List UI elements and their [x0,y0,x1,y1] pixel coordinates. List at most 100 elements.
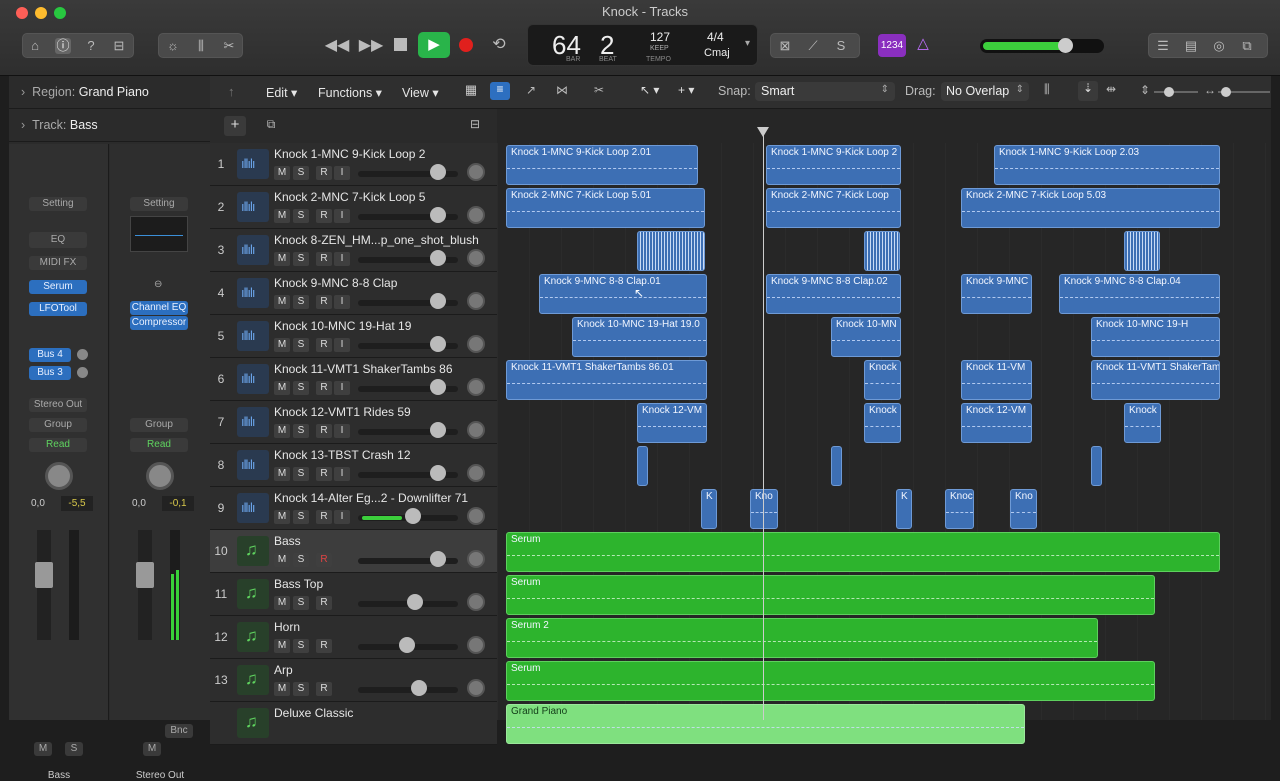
region[interactable]: Serum 2 [506,618,1098,658]
solo-button[interactable]: S [293,510,309,524]
record-arm-button[interactable]: R [316,252,332,266]
track-header-row[interactable]: 1 ıllılı Knock 1-MNC 9-Kick Loop 2 MSRI [210,143,497,186]
mute-button[interactable]: M [274,553,290,567]
region[interactable]: Knock 1-MNC 9-Kick Loop 2 [766,145,901,185]
region-inspector-header[interactable]: › Region: Grand Piano [9,76,210,109]
volume-knob[interactable] [430,164,446,180]
audio-track-icon[interactable]: ıllılı [237,278,269,308]
volume-knob[interactable] [407,594,423,610]
horizontal-zoom-slider[interactable] [1218,87,1270,97]
region[interactable]: Knock 2-MNC 7-Kick Loop 5.01 [506,188,705,228]
pan-knob[interactable] [467,636,485,654]
record-arm-button[interactable]: R [316,209,332,223]
solo-button[interactable]: S [293,424,309,438]
software-instrument-icon[interactable]: ♫ [237,622,269,652]
region[interactable] [637,446,648,486]
list-editors-icon[interactable]: ☰ [1155,38,1171,54]
vertical-zoom-icon[interactable]: ⇕ [1140,83,1150,97]
audio-track-icon[interactable]: ıllılı [237,235,269,265]
record-button[interactable] [459,38,473,52]
pan-knob[interactable] [467,249,485,267]
solo-button[interactable]: S [293,467,309,481]
play-button[interactable]: ▶ [418,32,450,58]
volume-knob[interactable] [430,551,446,567]
record-arm-button[interactable]: R [316,338,332,352]
solo-button[interactable]: S [293,338,309,352]
arrange-area[interactable]: Knock 1-MNC 9-Kick Loop 2.01 Knock 1-MNC … [497,109,1271,744]
volume-knob[interactable] [430,293,446,309]
record-arm-button[interactable]: R [316,166,332,180]
flex-icon[interactable]: ⋈ [556,83,568,97]
send-slot-1[interactable]: Bus 4 [29,348,71,362]
list-view-icon[interactable]: ≡ [490,82,510,100]
forward-button[interactable]: ▶▶ [356,35,386,57]
input-monitor-button[interactable]: I [334,381,350,395]
track-header-row[interactable]: 13 ♫ Arp M S R [210,659,497,702]
master-volume-slider[interactable] [980,38,1104,53]
volume-knob[interactable] [430,379,446,395]
region[interactable]: Grand Piano [506,704,1025,744]
automation-mode[interactable]: Read [130,438,188,452]
track-name[interactable]: Knock 13-TBST Crash 12 [274,448,411,462]
mute-button[interactable]: M [34,742,52,756]
record-arm-button[interactable]: R [316,639,332,653]
region[interactable] [637,231,705,271]
audio-fx-slot-1[interactable]: Channel EQ [130,301,188,315]
vertical-zoom-slider[interactable] [1154,87,1198,97]
horizontal-fit-icon[interactable]: ⇹ [1106,82,1116,96]
mute-button[interactable]: M [274,596,290,610]
mute-button[interactable]: M [274,467,290,481]
record-arm-button[interactable]: R [316,424,332,438]
region[interactable] [831,446,842,486]
tuner-icon[interactable]: ⟋ [805,38,821,54]
track-header-row[interactable]: 2 ıllılı Knock 2-MNC 7-Kick Loop 5 MSRI [210,186,497,229]
volume-knob[interactable] [430,465,446,481]
mute-button[interactable]: M [274,166,290,180]
instrument-slot[interactable]: Serum [29,280,87,294]
solo-button[interactable]: S [293,639,309,653]
track-header-row[interactable]: 4 ıllılı Knock 9-MNC 8-8 Clap M S R I [210,272,497,315]
input-monitor-button[interactable]: I [334,166,350,180]
send-knob-1[interactable] [77,349,88,360]
software-instrument-icon[interactable]: ♫ [237,665,269,695]
pan-knob[interactable] [467,593,485,611]
track-name[interactable]: Bass Top [274,577,323,591]
audio-track-icon[interactable]: ıllılı [237,192,269,222]
software-instrument-icon[interactable]: ♫ [237,708,269,738]
track-header-row[interactable]: 6 ıllılı Knock 11-VMT1 ShakerTambs 86 M S R I [210,358,497,401]
track-header-row[interactable]: 12 ♫ Horn M S R [210,616,497,659]
solo-mode-icon[interactable]: S [833,38,849,54]
output-slot[interactable]: Stereo Out [29,398,87,412]
edit-menu[interactable]: Edit ▾ [266,85,297,100]
software-instrument-icon[interactable]: ♫ [237,536,269,566]
track-header-row[interactable]: 7 ıllılı Knock 12-VMT1 Rides 59 M S R I [210,401,497,444]
region[interactable]: Knock [864,360,901,400]
region[interactable]: Knock 10-MNC 19-H [1091,317,1220,357]
region[interactable]: Serum [506,532,1220,572]
region[interactable]: Knock 11-VM [961,360,1032,400]
region[interactable]: K [896,489,912,529]
close-window-button[interactable] [16,7,28,19]
region[interactable]: Knock 10-MNC 19-Hat 19.0 [572,317,707,357]
region[interactable]: Knock 2-MNC 7-Kick Loop 5.03 [961,188,1220,228]
scissors-tool-icon[interactable]: ✂ [594,83,604,97]
browsers-icon[interactable]: ⧉ [1239,38,1255,54]
mute-button[interactable]: M [274,209,290,223]
record-arm-button[interactable]: R [316,295,332,309]
volume-knob[interactable] [430,336,446,352]
metronome-icon[interactable]: △ [912,34,934,57]
catch-icon[interactable]: ↗ [526,83,536,97]
secondary-tool-icon[interactable]: + ▾ [678,83,694,97]
inspector-icon[interactable]: ⓘ [55,38,71,54]
input-monitor-button[interactable]: I [334,252,350,266]
track-header-row[interactable]: 8 ıllılı Knock 13-TBST Crash 12 M S R I [210,444,497,487]
snap-select[interactable]: Smart ⇕ [755,82,895,101]
solo-button[interactable]: S [65,742,83,756]
zoom-window-button[interactable] [54,7,66,19]
region[interactable]: Serum [506,575,1155,615]
pointer-tool-icon[interactable]: ↖ ▾ [640,83,659,97]
pan-knob[interactable] [467,550,485,568]
mute-button[interactable]: M [143,742,161,756]
region[interactable]: Knock 9-MNC 8-8 Clap.01 [539,274,707,314]
input-monitor-button[interactable]: I [334,209,350,223]
